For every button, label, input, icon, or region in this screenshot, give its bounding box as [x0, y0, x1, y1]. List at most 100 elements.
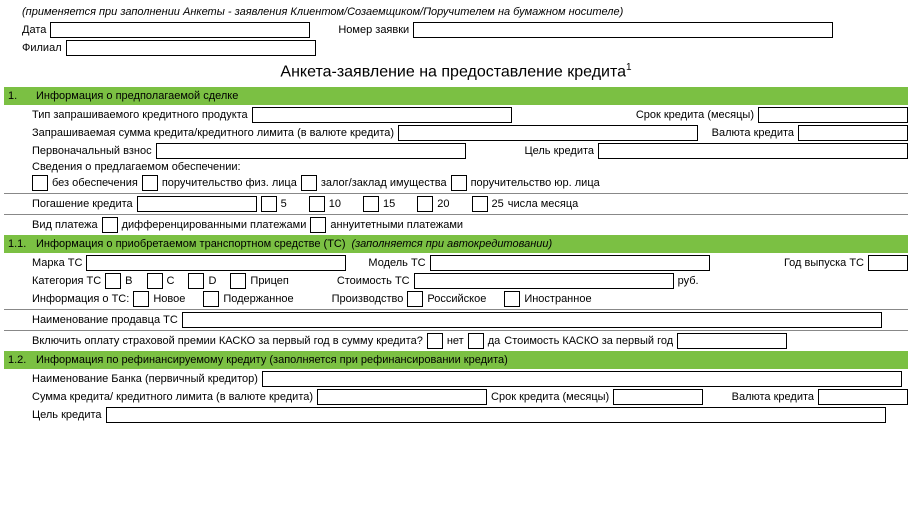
differentiated-label: дифференцированными платежами [122, 219, 307, 231]
ref-amount-label: Сумма кредита/ кредитного лимита (в валю… [32, 391, 313, 403]
category-label: Категория ТС [32, 275, 101, 287]
kasko-yes-label: да [488, 335, 501, 347]
guarantee-person-label: поручительство физ. лица [162, 177, 297, 189]
loan-term-label: Срок кредита (месяцы) [636, 109, 754, 121]
product-type-field[interactable] [252, 107, 512, 123]
ref-purpose-label: Цель кредита [32, 409, 102, 421]
cat-d-label: D [208, 275, 216, 287]
day-suffix-label: числа месяца [508, 198, 579, 210]
repayment-label: Погашение кредита [32, 198, 133, 210]
differentiated-checkbox[interactable] [102, 217, 118, 233]
day15-label: 15 [383, 198, 395, 210]
purpose-field[interactable] [598, 143, 908, 159]
used-label: Подержанное [223, 293, 293, 305]
section-1-label: Информация о предполагаемой сделке [30, 90, 238, 102]
repayment-field[interactable] [137, 196, 257, 212]
new-checkbox[interactable] [133, 291, 149, 307]
foreign-label: Иностранное [524, 293, 591, 305]
purpose-label: Цель кредита [525, 145, 595, 157]
info-tc-label: Информация о ТС: [32, 293, 129, 305]
brand-field[interactable] [86, 255, 346, 271]
cat-d-checkbox[interactable] [188, 273, 204, 289]
day15-checkbox[interactable] [363, 196, 379, 212]
kasko-yes-checkbox[interactable] [468, 333, 484, 349]
pledge-checkbox[interactable] [301, 175, 317, 191]
guarantee-person-checkbox[interactable] [142, 175, 158, 191]
cat-b-label: B [125, 275, 132, 287]
section-11-label: Информация о приобретаемом транспортном … [30, 238, 346, 250]
section-12-num: 1.2. [8, 354, 30, 366]
section-11-note: (заполняется при автокредитовании) [352, 238, 553, 250]
app-number-label: Номер заявки [338, 24, 409, 36]
annuity-label: аннуитетными платежами [330, 219, 463, 231]
kasko-no-label: нет [447, 335, 464, 347]
cat-c-label: C [167, 275, 175, 287]
russian-label: Российское [427, 293, 486, 305]
kasko-cost-field[interactable] [677, 333, 787, 349]
day10-label: 10 [329, 198, 341, 210]
down-payment-field[interactable] [156, 143, 466, 159]
product-type-label: Тип запрашиваемого кредитного продукта [32, 109, 248, 121]
ref-purpose-field[interactable] [106, 407, 886, 423]
no-collateral-checkbox[interactable] [32, 175, 48, 191]
seller-field[interactable] [182, 312, 882, 328]
cat-b-checkbox[interactable] [105, 273, 121, 289]
cost-field[interactable] [414, 273, 674, 289]
day5-label: 5 [281, 198, 287, 210]
loan-term-field[interactable] [758, 107, 908, 123]
collateral-info-label: Сведения о предлагаемом обеспечении: [32, 161, 241, 173]
annuity-checkbox[interactable] [310, 217, 326, 233]
trailer-checkbox[interactable] [230, 273, 246, 289]
day25-checkbox[interactable] [472, 196, 488, 212]
app-number-field[interactable] [413, 22, 833, 38]
year-label: Год выпуска ТС [784, 257, 864, 269]
guarantee-legal-label: поручительство юр. лица [471, 177, 600, 189]
bank-name-label: Наименование Банка (первичный кредитор) [32, 373, 258, 385]
used-checkbox[interactable] [203, 291, 219, 307]
seller-label: Наименование продавца ТС [32, 314, 178, 326]
day25-label: 25 [492, 198, 504, 210]
section-11-num: 1.1. [8, 238, 30, 250]
guarantee-legal-checkbox[interactable] [451, 175, 467, 191]
payment-type-label: Вид платежа [32, 219, 98, 231]
russian-checkbox[interactable] [407, 291, 423, 307]
section-12-label: Информация по рефинансируемому кредиту (… [30, 354, 508, 366]
cost-label: Стоимость ТС [337, 275, 410, 287]
day20-checkbox[interactable] [417, 196, 433, 212]
kasko-no-checkbox[interactable] [427, 333, 443, 349]
req-amount-field[interactable] [398, 125, 698, 141]
production-label: Производство [332, 293, 404, 305]
kasko-cost-label: Стоимость КАСКО за первый год [504, 335, 673, 347]
foreign-checkbox[interactable] [504, 291, 520, 307]
rub-label: руб. [678, 275, 699, 287]
section-12-header: 1.2. Информация по рефинансируемому кред… [4, 351, 908, 369]
date-field[interactable] [50, 22, 310, 38]
ref-currency-field[interactable] [818, 389, 908, 405]
section-1-num: 1. [8, 90, 30, 102]
model-field[interactable] [430, 255, 710, 271]
model-label: Модель ТС [368, 257, 425, 269]
ref-term-label: Срок кредита (месяцы) [491, 391, 609, 403]
pledge-label: залог/заклад имущества [321, 177, 447, 189]
day10-checkbox[interactable] [309, 196, 325, 212]
currency-field[interactable] [798, 125, 908, 141]
top-note: (применяется при заполнении Анкеты - зая… [22, 6, 908, 18]
req-amount-label: Запрашиваемая сумма кредита/кредитного л… [32, 127, 394, 139]
day20-label: 20 [437, 198, 449, 210]
ref-term-field[interactable] [613, 389, 703, 405]
brand-label: Марка ТС [32, 257, 82, 269]
down-payment-label: Первоначальный взнос [32, 145, 152, 157]
section-11-header: 1.1. Информация о приобретаемом транспор… [4, 235, 908, 253]
ref-currency-label: Валюта кредита [732, 391, 814, 403]
day5-checkbox[interactable] [261, 196, 277, 212]
trailer-label: Прицеп [250, 275, 288, 287]
ref-amount-field[interactable] [317, 389, 487, 405]
kasko-q-label: Включить оплату страховой премии КАСКО з… [32, 335, 423, 347]
cat-c-checkbox[interactable] [147, 273, 163, 289]
bank-name-field[interactable] [262, 371, 902, 387]
date-label: Дата [22, 24, 46, 36]
branch-field[interactable] [66, 40, 316, 56]
branch-label: Филиал [22, 42, 62, 54]
year-field[interactable] [868, 255, 908, 271]
no-collateral-label: без обеспечения [52, 177, 138, 189]
